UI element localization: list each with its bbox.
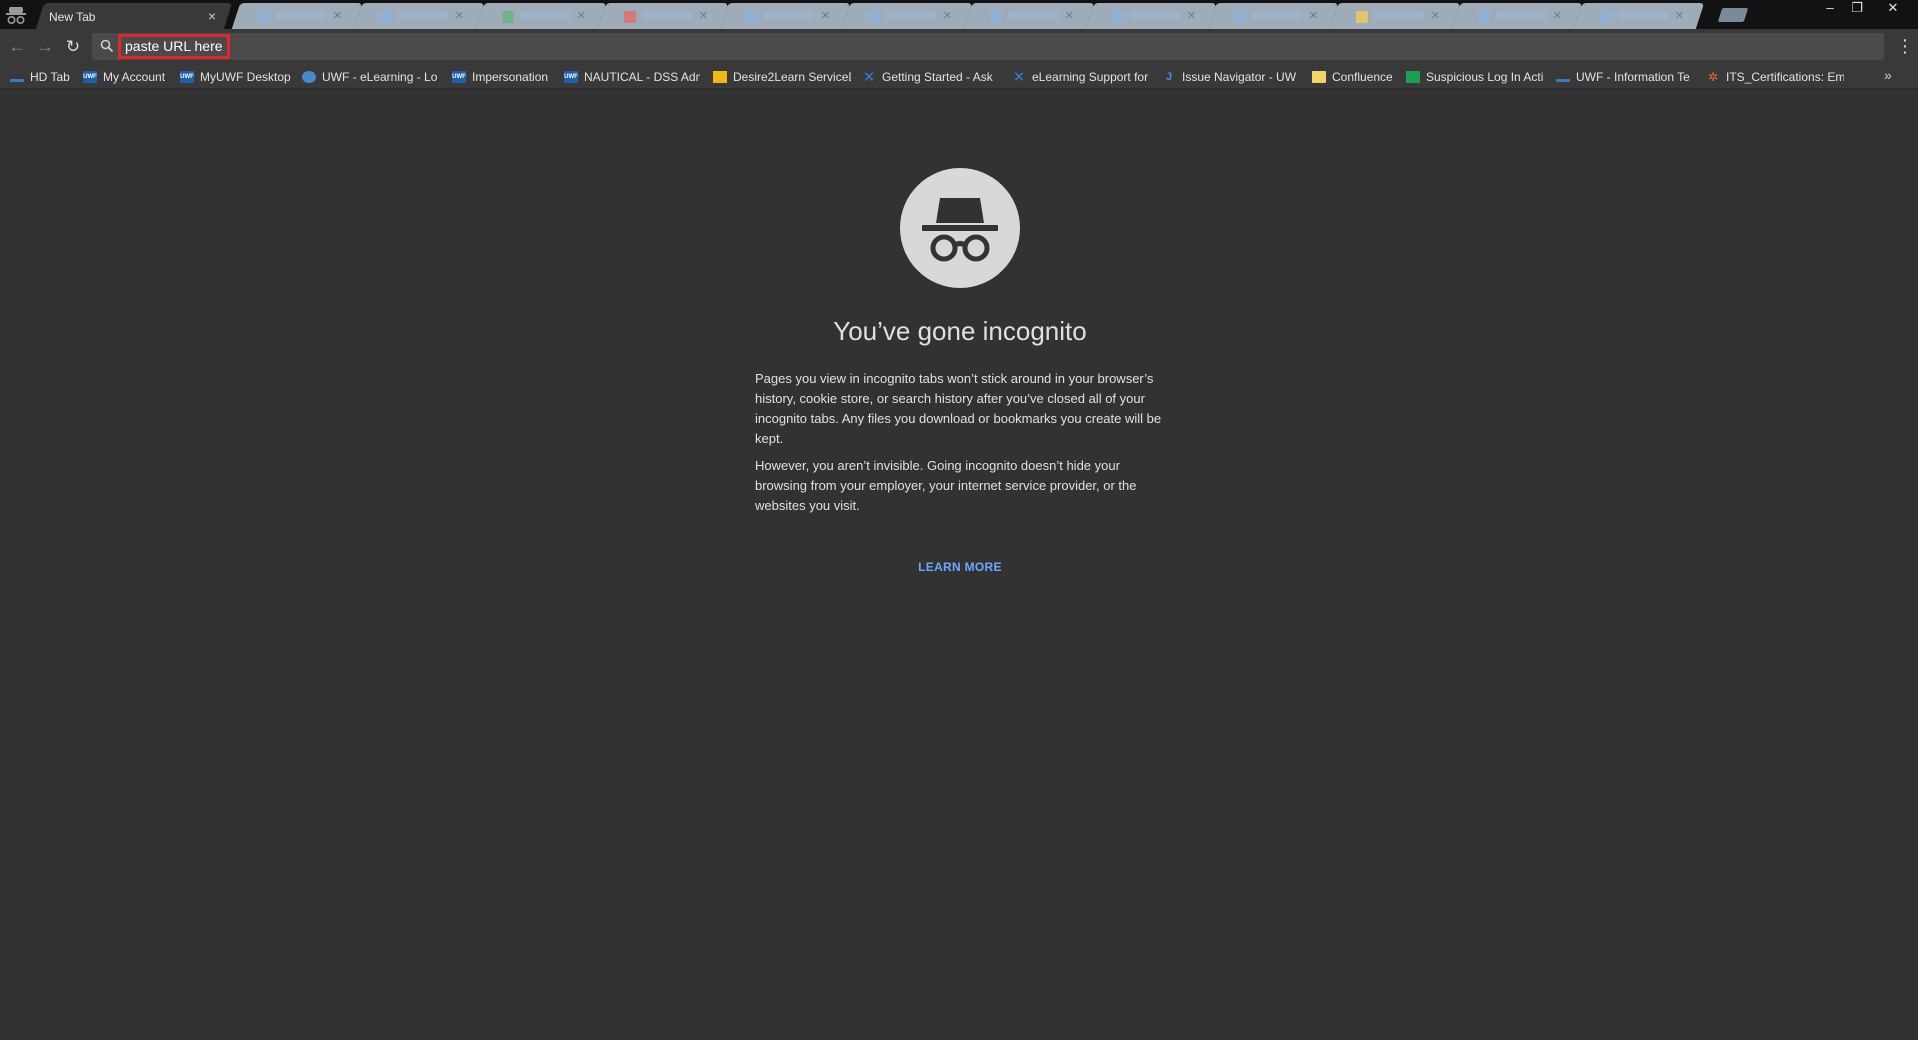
jira-icon: J [1165, 71, 1173, 83]
bookmark-label: Desire2Learn ServiceD [733, 70, 851, 84]
bookmarks-overflow-icon[interactable]: » [1884, 67, 1892, 83]
bookmark-item[interactable]: UWF - Information Te [1556, 67, 1694, 87]
bookmark-icon [1556, 72, 1570, 82]
background-tab[interactable]: ✕ [353, 3, 485, 29]
bookmark-label: Getting Started - Ask [882, 70, 993, 84]
background-tab[interactable]: ✕ [1085, 3, 1217, 29]
close-icon[interactable]: ✕ [333, 9, 342, 22]
bookmark-item[interactable]: Confluence [1312, 67, 1402, 87]
background-tab[interactable]: ✕ [1451, 3, 1583, 29]
bookmark-item[interactable]: UWF NAUTICAL - DSS Adm [564, 67, 700, 87]
address-bar[interactable]: paste URL here [92, 33, 1884, 60]
background-tab[interactable]: ✕ [963, 3, 1095, 29]
background-tab[interactable]: ✕ [475, 3, 607, 29]
browser-toolbar: ← → ↻ paste URL here ⋮ [0, 29, 1918, 65]
bookmark-item[interactable]: J Issue Navigator - UW [1162, 67, 1300, 87]
background-tab[interactable]: ✕ [231, 3, 363, 29]
close-icon[interactable]: ✕ [1675, 9, 1684, 22]
incognito-page: You’ve gone incognito Pages you view in … [0, 90, 1918, 1040]
tab-new-tab[interactable]: New Tab × [34, 3, 234, 29]
close-icon[interactable]: ✕ [1431, 9, 1440, 22]
confluence-x-icon: ✕ [862, 69, 876, 86]
close-icon[interactable]: ✕ [455, 9, 464, 22]
search-icon [100, 39, 114, 53]
menu-icon[interactable]: ⋮ [1896, 37, 1914, 57]
close-icon[interactable]: ✕ [1187, 9, 1196, 22]
spreadsheet-icon [1406, 71, 1420, 83]
close-icon[interactable]: ✕ [1553, 9, 1562, 22]
bookmark-item[interactable]: UWF MyUWF Desktop [180, 67, 295, 87]
bookmark-label: ITS_Certifications: Em [1726, 70, 1844, 84]
page-title: You’ve gone incognito [833, 316, 1087, 346]
bookmark-label: UWF - Information Te [1576, 70, 1690, 84]
bookmark-label: Issue Navigator - UW [1182, 70, 1297, 84]
folder-icon [1312, 71, 1326, 83]
uwf-logo-icon: UWF [180, 71, 194, 83]
window-close-icon[interactable]: ✕ [1878, 0, 1908, 18]
close-icon[interactable]: ✕ [1065, 9, 1074, 22]
address-input-value[interactable]: paste URL here [118, 34, 230, 59]
bookmark-label: Suspicious Log In Acti [1426, 70, 1544, 84]
incognito-warning: However, you aren’t invisible. Going inc… [755, 458, 1137, 513]
bookmark-label: HD Tab [30, 70, 70, 84]
bookmark-label: MyUWF Desktop [200, 70, 291, 84]
incognito-icon [900, 168, 1020, 288]
learn-more-link[interactable]: LEARN MORE [900, 560, 1020, 574]
background-tab[interactable]: ✕ [1207, 3, 1339, 29]
bookmark-item[interactable]: Suspicious Log In Acti [1406, 67, 1544, 87]
bookmark-label: Impersonation [472, 70, 549, 84]
globe-icon [302, 71, 316, 83]
bookmark-label: Confluence [1332, 70, 1393, 84]
bookmark-label: eLearning Support for [1032, 70, 1149, 84]
maximize-icon[interactable]: ❐ [1842, 0, 1872, 18]
bookmark-item[interactable]: HD Tab [10, 67, 76, 87]
bookmarks-bar: HD Tab UWF My Account UWF MyUWF Desktop UW… [0, 65, 1918, 89]
close-icon[interactable]: ✕ [1309, 9, 1318, 22]
bookmark-item[interactable]: UWF Impersonation [452, 67, 557, 87]
uwf-logo-icon: UWF [452, 71, 466, 83]
bookmark-item[interactable]: UWF - eLearning - Lo [302, 67, 440, 87]
minimize-icon[interactable]: – [1815, 0, 1845, 18]
background-tab[interactable]: ✕ [597, 3, 729, 29]
bookmark-label: UWF - eLearning - Lo [322, 70, 438, 84]
incognito-description: Pages you view in incognito tabs won’t s… [755, 371, 1162, 446]
bookmark-icon [10, 72, 24, 82]
bookmark-item[interactable]: Desire2Learn ServiceD [713, 67, 851, 87]
forward-arrow-icon[interactable]: → [34, 37, 56, 59]
background-tab[interactable]: ✕ [1329, 3, 1461, 29]
new-tab-button[interactable] [1717, 8, 1749, 22]
bookmark-label: My Account [103, 70, 166, 84]
d2l-icon [713, 71, 727, 83]
tab-close-icon[interactable]: × [208, 8, 216, 24]
uwf-logo-icon: UWF [83, 71, 97, 83]
close-icon[interactable]: ✕ [821, 9, 830, 22]
back-arrow-icon[interactable]: ← [6, 37, 28, 59]
close-icon[interactable]: ✕ [699, 9, 708, 22]
bookmark-label: NAUTICAL - DSS Adm [584, 70, 700, 84]
bookmark-item[interactable]: ✕ eLearning Support for [1012, 67, 1150, 87]
bookmark-item[interactable]: ✕ Getting Started - Ask [862, 67, 1000, 87]
bookmark-item[interactable]: UWF My Account [83, 67, 173, 87]
reload-icon[interactable]: ↻ [62, 37, 84, 59]
close-icon[interactable]: ✕ [577, 9, 586, 22]
background-tab[interactable]: ✕ [719, 3, 851, 29]
background-tab[interactable]: ✕ [1573, 3, 1705, 29]
background-tab[interactable]: ✕ [841, 3, 973, 29]
close-icon[interactable]: ✕ [943, 9, 952, 22]
tab-title: New Tab [49, 10, 96, 24]
uwf-logo-icon: UWF [564, 71, 578, 83]
confluence-x-icon: ✕ [1012, 69, 1026, 86]
tab-strip: New Tab × ✕ ✕ ✕ ✕ ✕ ✕ ✕ ✕ ✕ ✕ ✕ ✕ – ❐ ✕ [0, 0, 1918, 29]
incognito-badge-icon [6, 7, 26, 25]
bookmark-item[interactable]: ✲ ITS_Certifications: Em [1706, 67, 1844, 87]
sparkle-icon: ✲ [1707, 70, 1719, 84]
